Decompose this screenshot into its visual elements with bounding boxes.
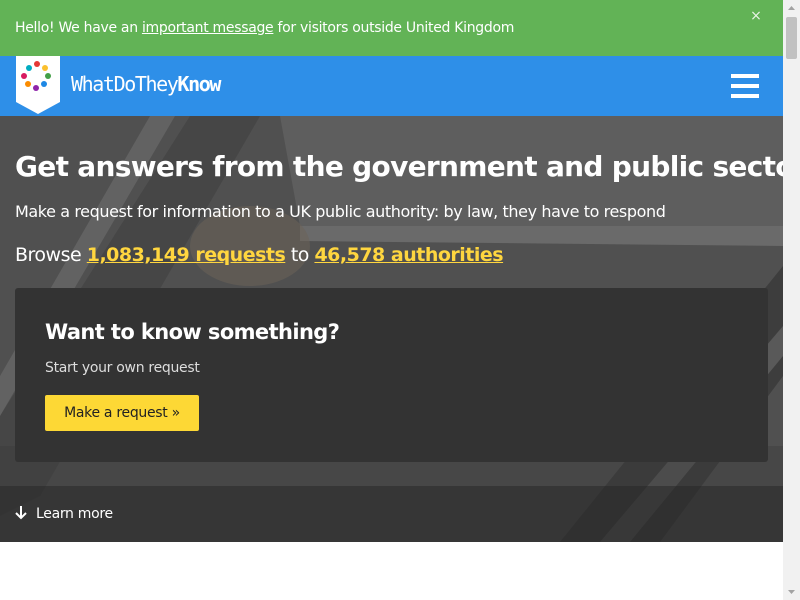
make-request-button[interactable]: Make a request »: [45, 395, 199, 431]
scrollbar-thumb[interactable]: [786, 17, 797, 59]
vertical-scrollbar[interactable]: [783, 0, 800, 600]
arrow-down-icon: [15, 506, 27, 520]
browse-prefix: Browse: [15, 244, 87, 266]
learn-more-bar: Learn more: [0, 486, 783, 542]
authorities-link[interactable]: 46,578 authorities: [314, 244, 503, 266]
logo-light-text: WhatDoThey: [71, 72, 179, 96]
requests-link[interactable]: 1,083,149 requests: [87, 244, 286, 266]
site-logo-text[interactable]: WhatDoTheyKnow: [71, 72, 221, 96]
notice-suffix: for visitors outside United Kingdom: [273, 20, 515, 36]
important-message-link[interactable]: important message: [142, 20, 274, 36]
hero-subtitle: Make a request for information to a UK p…: [15, 202, 666, 221]
notice-text: Hello! We have an important message for …: [15, 19, 514, 37]
scroll-down-icon[interactable]: [783, 583, 800, 600]
page: Hello! We have an important message for …: [0, 0, 783, 600]
browse-line: Browse 1,083,149 requests to 46,578 auth…: [15, 243, 504, 267]
request-card: Want to know something? Start your own r…: [15, 288, 768, 462]
scroll-up-icon[interactable]: [783, 0, 800, 17]
notice-banner: Hello! We have an important message for …: [0, 0, 783, 56]
close-icon[interactable]: ×: [749, 8, 763, 24]
notice-prefix: Hello! We have an: [15, 20, 142, 36]
learn-more-link[interactable]: Learn more: [36, 505, 113, 523]
logo-icon[interactable]: [16, 56, 60, 114]
hero-section: Get answers from the government and publ…: [0, 116, 783, 542]
card-title: Want to know something?: [45, 320, 340, 344]
card-subtitle: Start your own request: [45, 360, 200, 376]
hamburger-icon[interactable]: [731, 72, 761, 100]
hero-title: Get answers from the government and publ…: [15, 150, 783, 183]
browse-middle: to: [285, 244, 315, 266]
logo-bold-text: Know: [177, 72, 221, 96]
site-header: WhatDoTheyKnow: [0, 56, 783, 116]
